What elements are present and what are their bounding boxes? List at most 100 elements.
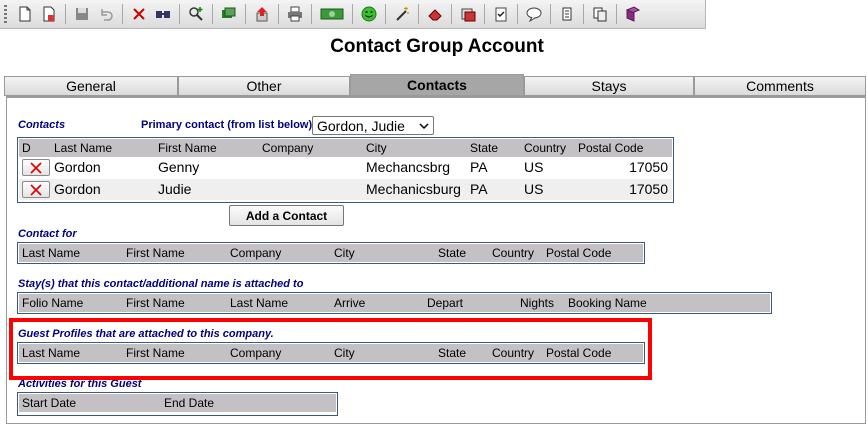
column-header: Start Date [22,396,77,410]
undo-icon[interactable] [95,3,117,25]
column-header: Company [230,246,282,260]
column-header: End Date [164,396,215,410]
tab-stays[interactable]: Stays [524,76,694,96]
tab-general[interactable]: General [4,76,178,96]
toolbar-separator [212,4,213,24]
cell-country: US [524,159,544,175]
toolbar-separator [385,4,386,24]
scroll-icon[interactable] [556,3,578,25]
column-header: City [366,141,387,155]
cell-city: Mechanicsburg [366,181,461,197]
smiley-icon[interactable] [358,3,380,25]
delete-icon[interactable] [128,3,150,25]
tab-comments[interactable]: Comments [694,76,866,96]
primary-contact-label: Primary contact (from list below) [141,119,313,131]
toolbar-separator [517,4,518,24]
column-header: State [438,246,467,260]
column-header: Nights [520,296,555,310]
column-header: Booking Name [568,296,647,310]
table-row: Gordon Judie Mechanicsburg PA US 17050 [19,179,672,200]
toolbar [0,0,706,29]
contacts-table: D Last Name First Name Company City Stat… [17,137,674,203]
toolbar-separator [583,4,584,24]
chevron-down-icon [419,122,429,129]
book-icon[interactable] [622,3,644,25]
primary-contact-select[interactable]: Gordon, Judie [312,116,434,135]
tab-contacts[interactable]: Contacts [350,74,524,96]
new-document-icon[interactable] [14,3,36,25]
binoculars-icon[interactable] [152,3,174,25]
activities-table: Start Date End Date [17,392,338,416]
column-header: Country [524,141,567,155]
cell-postal-code: 17050 [629,181,668,197]
page-title: Contact Group Account [330,36,544,57]
toolbar-separator [278,4,279,24]
stays-section-label: Stay(s) that this contact/additional nam… [18,278,304,290]
cell-first-name: Judie [158,181,192,197]
export-icon[interactable] [251,3,273,25]
delete-x-icon [30,161,42,174]
column-header: Arrive [334,296,366,310]
cell-city: Mechancsbrg [366,159,451,175]
eraser-icon[interactable] [424,3,446,25]
column-header: D [22,141,31,155]
checklist-icon[interactable] [490,3,512,25]
toolbar-grip[interactable] [4,5,7,23]
column-header: First Name [158,141,217,155]
toolbar-separator [352,4,353,24]
cell-last-name: Gordon [54,181,101,197]
table-row: Gordon Genny Mechancsbrg PA US 17050 [19,157,672,178]
stays-table: Folio Name First Name Last Name Arrive D… [17,292,772,314]
cell-postal-code: 17050 [629,159,668,175]
save-icon[interactable] [71,3,93,25]
speech-bubble-icon[interactable] [523,3,545,25]
cell-country: US [524,181,544,197]
column-header: Country [492,246,535,260]
find-add-icon[interactable] [185,3,207,25]
contact-for-table: Last Name First Name Company City State … [17,242,645,264]
toolbar-separator [616,4,617,24]
primary-contact-value: Gordon, Judie [317,117,405,134]
cell-state: PA [470,181,488,197]
table-header: Folio Name First Name Last Name Arrive D… [19,294,770,312]
column-header: Folio Name [22,296,84,310]
table-header: Start Date End Date [19,394,336,412]
toolbar-separator [484,4,485,24]
column-header: Company [262,141,314,155]
toolbar-separator [550,4,551,24]
delete-row-button[interactable] [22,159,50,176]
copy-pages-icon[interactable] [589,3,611,25]
toolbar-separator [245,4,246,24]
column-header: Postal Code [546,246,612,260]
money-icon[interactable] [317,3,347,25]
column-header: City [334,246,355,260]
contact-for-section-label: Contact for [18,228,77,240]
cell-first-name: Genny [158,159,200,175]
column-header: Last Name [22,246,81,260]
toolbar-separator [179,4,180,24]
tab-other[interactable]: Other [178,76,350,96]
column-header: Last Name [230,296,289,310]
delete-row-button[interactable] [22,181,50,198]
cards-icon[interactable] [218,3,240,25]
cell-last-name: Gordon [54,159,101,175]
column-header: First Name [126,246,185,260]
column-header: First Name [126,296,185,310]
tab-bar: General Other Contacts Stays Comments [4,74,866,96]
toolbar-separator [451,4,452,24]
toolbar-separator [122,4,123,24]
print-icon[interactable] [284,3,306,25]
column-header: Last Name [54,141,113,155]
table-header: D Last Name First Name Company City Stat… [19,139,672,157]
copy-document-icon[interactable] [38,3,60,25]
add-contact-button[interactable]: Add a Contact [229,205,344,226]
column-header: State [470,141,499,155]
column-header: Depart [427,296,464,310]
column-header: Postal Code [578,141,644,155]
stack-icon[interactable] [457,3,479,25]
wand-icon[interactable] [391,3,413,25]
delete-x-icon [30,183,42,196]
toolbar-separator [65,4,66,24]
highlight-box [9,318,652,380]
table-header: Last Name First Name Company City State … [19,244,643,262]
